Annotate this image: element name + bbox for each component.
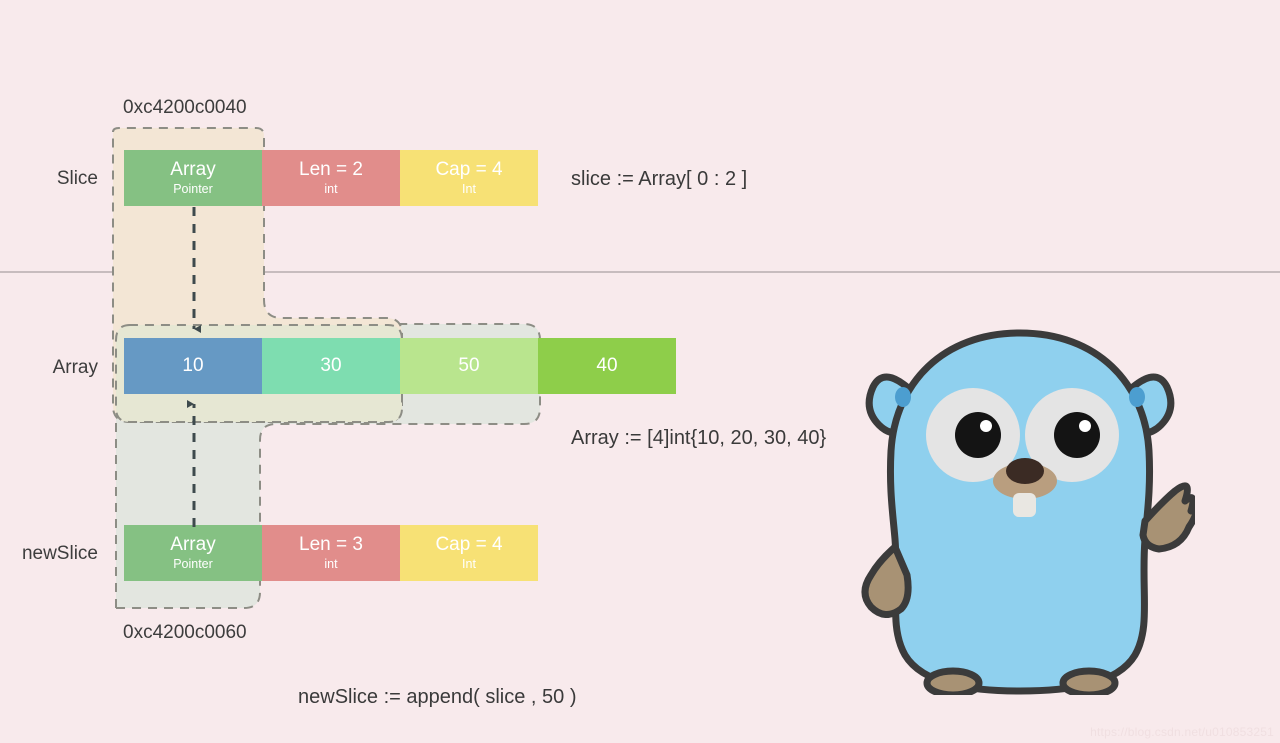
gopher-left-eye-highlight (980, 420, 992, 432)
gopher-teeth (1013, 493, 1036, 517)
slice-pointer-value: Array (170, 158, 216, 180)
slice-len-type: int (324, 181, 338, 196)
slice-cap-type: Int (462, 181, 476, 196)
newslice-cap-type: Int (462, 556, 476, 571)
slice-annotation: slice := Array[ 0 : 2 ] (571, 168, 748, 190)
gopher-left-arm (861, 543, 912, 618)
newslice-pointer-type: Pointer (173, 556, 213, 571)
slice-len-value: Len = 2 (299, 158, 363, 180)
slice-address-label: 0xc4200c0040 (123, 97, 247, 118)
gopher-left-pupil (955, 412, 1001, 458)
gopher-right-pupil (1054, 412, 1100, 458)
row-label-array: Array (52, 357, 98, 378)
newslice-cap-value: Cap = 4 (435, 533, 503, 555)
slice-header-struct: Array Pointer Len = 2 int Cap = 4 Int (124, 150, 538, 206)
gopher-right-inner-ear (1129, 387, 1145, 407)
newslice-header-struct: Array Pointer Len = 3 int Cap = 4 Int (124, 525, 538, 581)
newslice-field-cap: Cap = 4 Int (400, 525, 538, 581)
newslice-len-value: Len = 3 (299, 533, 363, 555)
slice-cap-value: Cap = 4 (435, 158, 503, 180)
newslice-annotation: newSlice := append( slice , 50 ) (298, 686, 577, 708)
array-annotation: Array := [4]int{10, 20, 30, 40} (571, 427, 827, 449)
horizontal-divider (0, 271, 1280, 273)
newslice-len-type: int (324, 556, 338, 571)
slice-field-cap: Cap = 4 Int (400, 150, 538, 206)
array-cell-3: 40 (538, 338, 676, 394)
gopher-right-foot (1059, 667, 1119, 695)
array-cell-1: 30 (262, 338, 400, 394)
gopher-left-foot (923, 667, 983, 695)
diagram-canvas: Slice 0xc4200c0040 Array Pointer Len = 2… (0, 0, 1280, 743)
gopher-nose (1006, 458, 1044, 484)
newslice-address-label: 0xc4200c0060 (123, 622, 247, 643)
newslice-pointer-value: Array (170, 533, 216, 555)
array-cell-0: 10 (124, 338, 262, 394)
gopher-left-inner-ear (895, 387, 911, 407)
row-label-slice: Slice (56, 168, 98, 189)
newslice-field-pointer: Array Pointer (124, 525, 262, 581)
newslice-field-len: Len = 3 int (262, 525, 400, 581)
array-cells: 10 30 50 40 (124, 338, 676, 394)
watermark: https://blog.csdn.net/u010853251 (1090, 725, 1274, 739)
slice-pointer-type: Pointer (173, 181, 213, 196)
slice-field-len: Len = 2 int (262, 150, 400, 206)
slice-field-pointer: Array Pointer (124, 150, 262, 206)
row-label-newslice: newSlice (21, 543, 98, 564)
array-cell-2: 50 (400, 338, 538, 394)
gopher-right-eye-highlight (1079, 420, 1091, 432)
go-gopher-mascot (861, 329, 1195, 695)
